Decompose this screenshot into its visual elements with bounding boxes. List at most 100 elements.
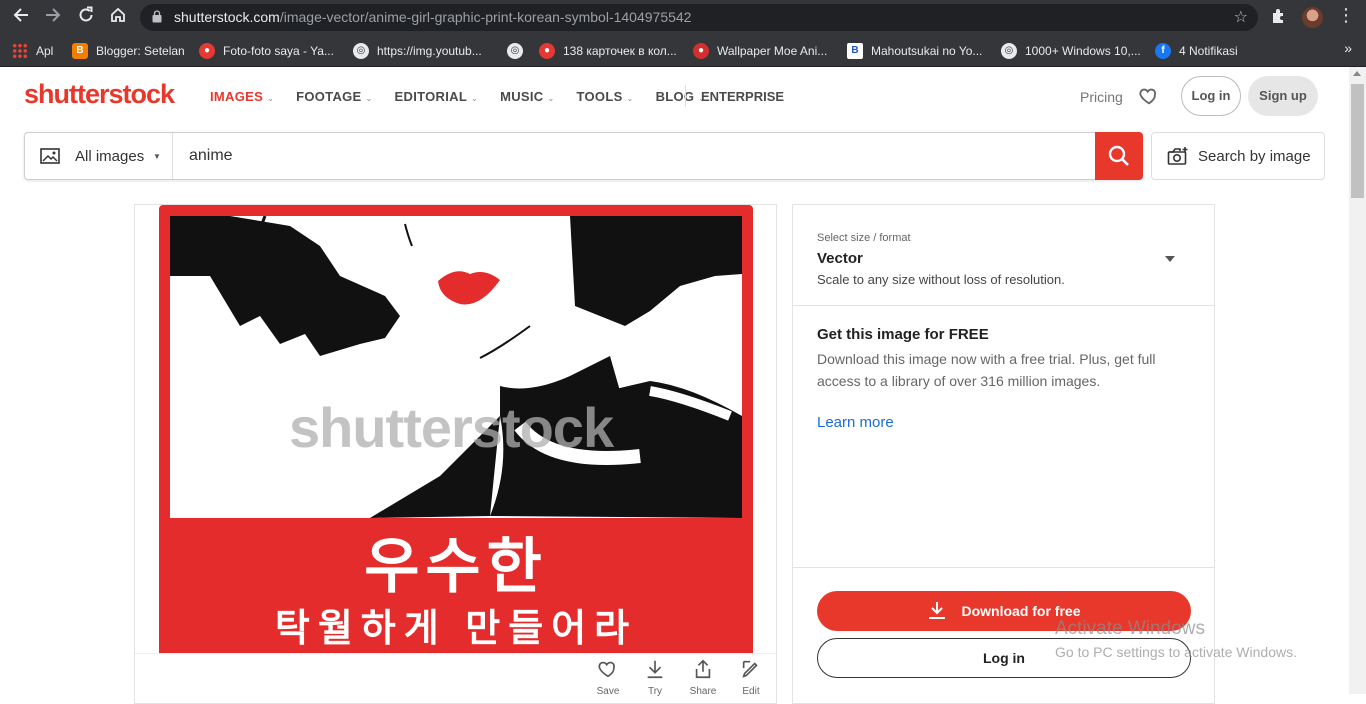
bookmark-globe[interactable]: ◎ <box>507 41 531 61</box>
login-button[interactable]: Log in <box>1181 76 1241 116</box>
try-label: Try <box>647 686 663 697</box>
chevron-down-icon: ⌄ <box>267 94 275 103</box>
shutterstock-logo[interactable]: shutterstock <box>24 79 175 110</box>
image-icon <box>40 148 60 164</box>
bookmark-wallpaper[interactable]: ● Wallpaper Moe Ani... <box>693 41 827 61</box>
anime-girl-illustration <box>170 216 742 518</box>
search-button[interactable] <box>1095 132 1143 180</box>
nav-tools[interactable]: TOOLS ⌄ <box>577 89 634 104</box>
bookmark-label: Wallpaper Moe Ani... <box>717 44 828 58</box>
download-label: Download for free <box>961 603 1081 619</box>
free-description: Download this image now with a free tria… <box>817 351 1156 389</box>
heart-icon[interactable] <box>1138 85 1160 107</box>
bookmark-mahoutsukai[interactable]: B Mahoutsukai no Yo... <box>847 41 982 61</box>
edit-pencil-icon <box>742 660 758 678</box>
globe-icon: ◎ <box>1001 43 1017 59</box>
format-description: Scale to any size without loss of resolu… <box>817 272 1065 287</box>
image-korean-subtitle: 탁월하게 만들어라 <box>274 608 638 650</box>
edit-label: Edit <box>742 686 760 697</box>
facebook-icon: f <box>1155 43 1171 59</box>
learn-more-link[interactable]: Learn more <box>817 414 894 431</box>
search-icon <box>1108 145 1129 166</box>
size-label: Select size / format <box>817 232 911 244</box>
share-button[interactable]: Share <box>683 658 723 697</box>
chevron-down-icon: ⌄ <box>365 94 373 103</box>
red-circle-icon: ● <box>199 43 215 59</box>
bookmarks-overflow-icon[interactable]: » <box>1344 40 1352 56</box>
menu-kebab-icon[interactable]: ⋮ <box>1337 5 1355 26</box>
globe-icon: ◎ <box>353 43 369 59</box>
back-icon[interactable] <box>8 5 34 31</box>
address-bar[interactable]: shutterstock.com/image-vector/anime-girl… <box>140 4 1258 31</box>
bookmark-blogger[interactable]: B Blogger: Setelan <box>72 41 185 61</box>
camera-search-icon <box>1167 147 1188 165</box>
globe-icon: ◎ <box>507 43 523 59</box>
main-nav: IMAGES ⌄ FOOTAGE ⌄ EDITORIAL ⌄ MUSIC ⌄ TOOLS… <box>210 89 727 104</box>
bookmark-label: 4 Notifikasi <box>1179 44 1238 58</box>
format-value: Vector <box>817 250 863 267</box>
bookmark-label: Apl <box>36 44 54 58</box>
lock-icon <box>152 10 162 23</box>
search-scope-dropdown[interactable]: All images ▼ <box>25 133 173 179</box>
scroll-up-arrow-icon[interactable] <box>1353 71 1361 76</box>
nav-enterprise[interactable]: ENTERPRISE <box>701 89 784 104</box>
bookmarks-bar: Apl B Blogger: Setelan ● Foto-foto saya … <box>0 35 1366 67</box>
nav-footage[interactable]: FOOTAGE ⌄ <box>296 89 372 104</box>
bookmark-windows[interactable]: ◎ 1000+ Windows 10,... <box>1001 41 1141 61</box>
save-button[interactable]: Save <box>588 658 628 697</box>
try-button[interactable]: Try <box>635 658 675 697</box>
bookmark-cards[interactable]: ● 138 карточек в кол... <box>539 41 677 61</box>
nav-editorial[interactable]: EDITORIAL ⌄ <box>395 89 479 104</box>
share-icon <box>695 659 711 679</box>
chevron-down-icon: ⌄ <box>626 94 634 103</box>
size-format-selector[interactable]: Select size / format Vector Scale to any… <box>793 205 1214 306</box>
bookmark-apps[interactable]: Apl <box>12 41 53 61</box>
bookmark-star-icon[interactable]: ☆ <box>1234 7 1248 27</box>
nav-music[interactable]: MUSIC ⌄ <box>500 89 554 104</box>
reload-icon[interactable] <box>73 5 99 31</box>
search-input[interactable]: anime <box>189 147 233 165</box>
image-korean-title: 우수한 <box>364 533 548 600</box>
bookmark-foto[interactable]: ● Foto-foto saya - Ya... <box>199 41 334 61</box>
apple-icon: ● <box>693 43 709 59</box>
nav-blog[interactable]: BLOG ⌄ <box>656 89 706 104</box>
page-scrollbar[interactable] <box>1349 67 1366 694</box>
bookmark-label: 138 карточек в кол... <box>563 44 677 58</box>
profile-avatar[interactable] <box>1302 7 1323 28</box>
download-icon <box>929 602 946 619</box>
download-icon <box>647 660 663 679</box>
chevron-down-icon: ⌄ <box>547 94 555 103</box>
bookmark-label: https://img.youtub... <box>377 44 482 58</box>
edit-button[interactable]: Edit <box>731 658 771 697</box>
red-circle-icon: ● <box>539 43 555 59</box>
bookmark-facebook[interactable]: f 4 Notifikasi <box>1155 41 1238 61</box>
preview-image[interactable]: shutterstock 우수한 탁월하게 만들어라 <box>159 205 753 653</box>
page: shutterstock IMAGES ⌄ FOOTAGE ⌄ EDITORIAL ⌄… <box>0 67 1349 704</box>
activate-title: Activate Windows <box>1055 618 1205 639</box>
blogger-icon: B <box>72 43 88 59</box>
pricing-link[interactable]: Pricing <box>1080 89 1123 105</box>
save-label: Save <box>596 686 620 697</box>
watermark: shutterstock <box>289 396 614 459</box>
scroll-thumb[interactable] <box>1351 84 1364 198</box>
forward-icon[interactable] <box>40 5 66 31</box>
home-icon[interactable] <box>105 5 131 31</box>
search-by-image-button[interactable]: Search by image <box>1151 132 1325 180</box>
free-heading: Get this image for FREE <box>817 326 989 343</box>
bookmark-label: Foto-foto saya - Ya... <box>223 44 334 58</box>
illustration <box>170 216 742 518</box>
heart-icon <box>598 661 615 678</box>
extensions-icon[interactable] <box>1270 7 1290 27</box>
caret-down-icon <box>1165 256 1175 262</box>
bookmark-label: Blogger: Setelan <box>96 44 185 58</box>
apps-grid-icon <box>12 43 28 59</box>
search-by-image-label: Search by image <box>1198 148 1311 165</box>
signup-button[interactable]: Sign up <box>1248 76 1318 116</box>
image-preview-panel: shutterstock 우수한 탁월하게 만들어라 Save Try Shar… <box>134 204 777 704</box>
url-text: shutterstock.com/image-vector/anime-girl… <box>174 9 692 25</box>
bookmark-youtube-img[interactable]: ◎ https://img.youtub... <box>353 41 482 61</box>
nav-images[interactable]: IMAGES ⌄ <box>210 89 274 104</box>
bookmark-label: Mahoutsukai no Yo... <box>871 44 983 58</box>
search-bar: All images ▼ anime <box>24 132 1143 180</box>
bookmark-label: 1000+ Windows 10,... <box>1025 44 1141 58</box>
